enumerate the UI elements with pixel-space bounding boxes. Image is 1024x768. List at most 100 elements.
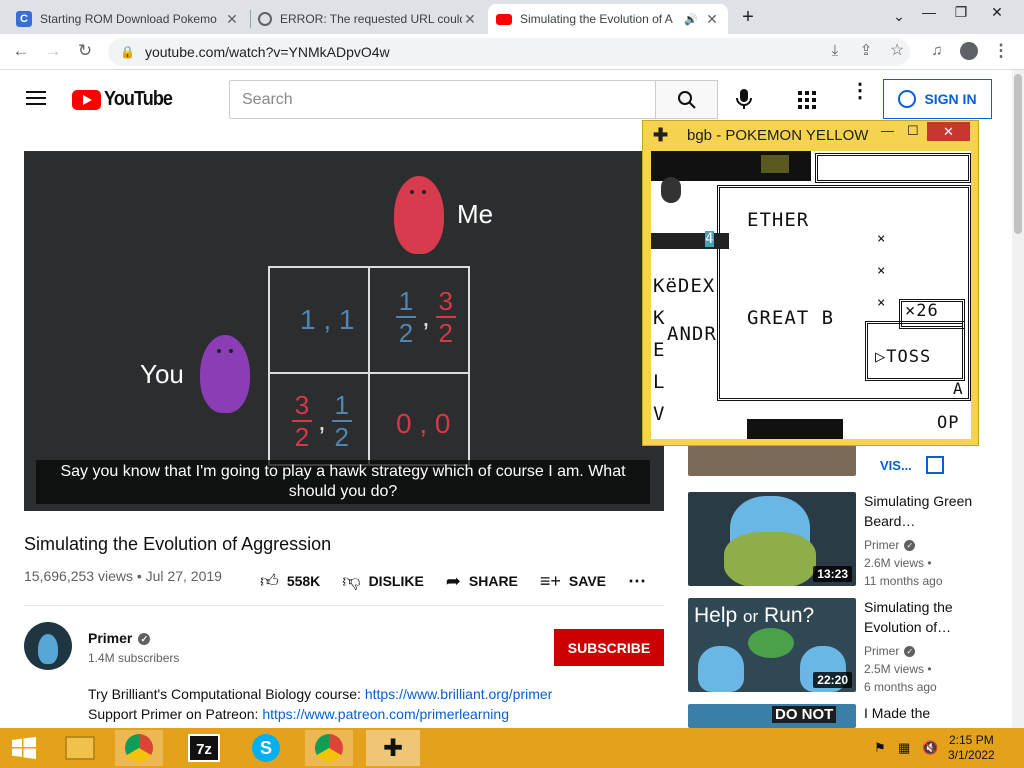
thumbs-down-icon: 👎︎ bbox=[342, 571, 361, 591]
url-field[interactable]: 🔒 youtube.com/watch?v=YNMkADpvO4w bbox=[108, 38, 910, 66]
close-icon[interactable]: ✕ bbox=[704, 11, 720, 28]
game-screen[interactable]: ETHER 4 KëDEX K ANDR GREAT B E L V × × ×… bbox=[651, 151, 971, 439]
ad-thumbnail[interactable] bbox=[688, 445, 856, 476]
sign-in-button[interactable]: SIGN IN bbox=[883, 79, 992, 119]
more-actions-icon[interactable]: ⋯ bbox=[628, 571, 646, 592]
window-close-button[interactable]: ✕ bbox=[982, 4, 1012, 21]
share-page-icon[interactable]: ⇪ bbox=[855, 42, 877, 60]
save-label: SAVE bbox=[568, 573, 607, 589]
related-age: 6 months ago bbox=[864, 680, 937, 694]
new-tab-button[interactable]: + bbox=[733, 6, 763, 29]
search-input[interactable]: Search bbox=[229, 80, 656, 119]
share-arrow-icon: ➦ bbox=[445, 570, 461, 591]
address-bar-row: ← → ↻ 🔒 youtube.com/watch?v=YNMkADpvO4w … bbox=[0, 34, 1024, 70]
chevron-down-icon[interactable]: ⌄ bbox=[884, 8, 914, 25]
close-icon[interactable]: ✕ bbox=[224, 11, 240, 28]
forward-arrow-icon[interactable]: → bbox=[42, 42, 64, 60]
related-thumbnail[interactable]: DO NOT bbox=[688, 704, 856, 728]
flag-icon[interactable]: ⚑ bbox=[874, 740, 886, 756]
maximize-button[interactable]: ☐ bbox=[907, 123, 919, 139]
sign-in-label: SIGN IN bbox=[924, 91, 977, 107]
search-button[interactable] bbox=[655, 80, 718, 119]
chrome-icon[interactable] bbox=[305, 730, 353, 766]
external-link-icon[interactable] bbox=[926, 456, 944, 474]
clock-date: 3/1/2022 bbox=[948, 748, 995, 762]
related-channel[interactable]: Primer ✓ bbox=[864, 644, 916, 658]
patreon-link[interactable]: https://www.patreon.com/primerlearning bbox=[262, 706, 509, 722]
video-player[interactable]: Me You 1 , 1 12 , 32 32 , 12 0 , 0 Say y… bbox=[24, 151, 664, 511]
minimize-button[interactable]: — bbox=[914, 4, 944, 20]
media-control-icon[interactable]: ♫ bbox=[926, 42, 948, 60]
related-title[interactable]: Simulating Green Beard… bbox=[864, 491, 1004, 531]
7zip-icon[interactable]: 7z bbox=[180, 730, 228, 766]
visit-link[interactable]: VIS... bbox=[880, 458, 912, 473]
volume-muted-icon[interactable]: 🔇 bbox=[922, 740, 938, 756]
channel-avatar[interactable] bbox=[24, 622, 72, 670]
share-button[interactable]: ➦ SHARE bbox=[446, 571, 518, 592]
browser-menu-icon[interactable]: ⋮ bbox=[990, 42, 1012, 60]
video-views-date: 15,696,253 views • Jul 27, 2019 bbox=[24, 568, 222, 584]
install-icon[interactable]: ⤓ bbox=[824, 42, 846, 60]
close-icon[interactable]: ✕ bbox=[462, 11, 478, 28]
playlist-add-icon: ≡+ bbox=[539, 570, 561, 591]
dislike-label: DISLIKE bbox=[368, 573, 424, 589]
url-text: youtube.com/watch?v=YNMkADpvO4w bbox=[144, 44, 390, 60]
profile-icon[interactable] bbox=[958, 42, 980, 64]
related-title[interactable]: I Made the bbox=[864, 703, 1004, 723]
verified-check-icon: ✓ bbox=[904, 540, 916, 552]
bookmark-star-icon[interactable]: ☆ bbox=[886, 42, 908, 60]
you-label: You bbox=[140, 359, 184, 389]
globe-icon bbox=[258, 12, 272, 26]
file-explorer-icon[interactable] bbox=[56, 730, 104, 766]
page-scrollbar[interactable] bbox=[1012, 70, 1024, 728]
related-thumbnail[interactable]: 13:23 bbox=[688, 492, 856, 586]
network-icon[interactable]: ▦ bbox=[898, 740, 910, 756]
lock-icon: 🔒 bbox=[120, 45, 135, 59]
apps-grid-icon[interactable] bbox=[798, 91, 816, 109]
bgb-emulator-icon[interactable]: ✚ bbox=[366, 730, 420, 766]
microphone-icon[interactable] bbox=[736, 88, 752, 115]
youtube-logo[interactable]: YouTube bbox=[72, 88, 180, 111]
reload-icon[interactable]: ↻ bbox=[74, 42, 96, 60]
emulator-window[interactable]: ✚ bgb - POKEMON YELLOW — ☐ ✕ ETHER 4 KëD… bbox=[642, 120, 979, 446]
description-line: Support Primer on Patreon: https://www.p… bbox=[88, 706, 509, 722]
related-title[interactable]: Simulating the Evolution of… bbox=[864, 597, 1004, 637]
settings-kebab-icon[interactable]: ⋮ bbox=[850, 81, 870, 101]
tab-youtube[interactable]: Simulating the Evolution of A 🔊 ✕ bbox=[488, 4, 728, 34]
pokemon-sprite bbox=[761, 155, 789, 173]
chrome-icon[interactable] bbox=[115, 730, 163, 766]
clock-time: 2:15 PM bbox=[949, 733, 994, 747]
subscriber-count: 1.4M subscribers bbox=[88, 651, 180, 665]
like-button[interactable]: 👍︎ 558K bbox=[260, 570, 320, 592]
save-button[interactable]: ≡+ SAVE bbox=[540, 571, 606, 592]
browser-tab-strip: C Starting ROM Download Pokemo ✕ ERROR: … bbox=[0, 0, 1024, 34]
emulator-titlebar[interactable]: ✚ bgb - POKEMON YELLOW — ☐ ✕ bbox=[643, 121, 978, 149]
subscribe-button[interactable]: SUBSCRIBE bbox=[554, 629, 664, 666]
start-button[interactable] bbox=[0, 730, 48, 766]
related-thumbnail[interactable]: Help or Run? 22:20 bbox=[688, 598, 856, 692]
thumbs-up-icon: 👍︎ bbox=[260, 571, 279, 591]
skype-icon[interactable]: S bbox=[242, 730, 290, 766]
hamburger-menu-icon[interactable] bbox=[26, 91, 46, 105]
system-clock[interactable]: 2:15 PM 3/1/2022 bbox=[948, 733, 995, 763]
restore-button[interactable]: ❐ bbox=[946, 4, 976, 21]
tab-rom-download[interactable]: C Starting ROM Download Pokemo ✕ bbox=[8, 4, 248, 34]
minimize-button[interactable]: — bbox=[881, 123, 894, 138]
tab-error[interactable]: ERROR: The requested URL could ✕ bbox=[250, 4, 486, 34]
dislike-button[interactable]: 👎︎ DISLIKE bbox=[342, 570, 424, 592]
windows-logo-icon bbox=[12, 737, 36, 759]
me-blob bbox=[394, 176, 444, 254]
account-icon bbox=[898, 90, 917, 108]
brilliant-link[interactable]: https://www.brilliant.org/primer bbox=[365, 686, 553, 702]
emulator-title: bgb - POKEMON YELLOW bbox=[687, 126, 869, 144]
tab-title: Simulating the Evolution of A bbox=[520, 12, 673, 26]
speaker-icon[interactable]: 🔊 bbox=[684, 13, 698, 26]
channel-name[interactable]: Primer ✓ bbox=[88, 630, 151, 646]
related-views: 2.6M views • bbox=[864, 556, 932, 570]
related-channel[interactable]: Primer ✓ bbox=[864, 538, 916, 552]
back-arrow-icon[interactable]: ← bbox=[10, 42, 32, 60]
close-button[interactable]: ✕ bbox=[927, 122, 970, 141]
tab-title: ERROR: The requested URL could bbox=[280, 12, 462, 26]
youtube-play-icon bbox=[72, 89, 101, 110]
video-actions: 👍︎ 558K 👎︎ DISLIKE ➦ SHARE ≡+ SAVE ⋯ bbox=[260, 570, 668, 592]
